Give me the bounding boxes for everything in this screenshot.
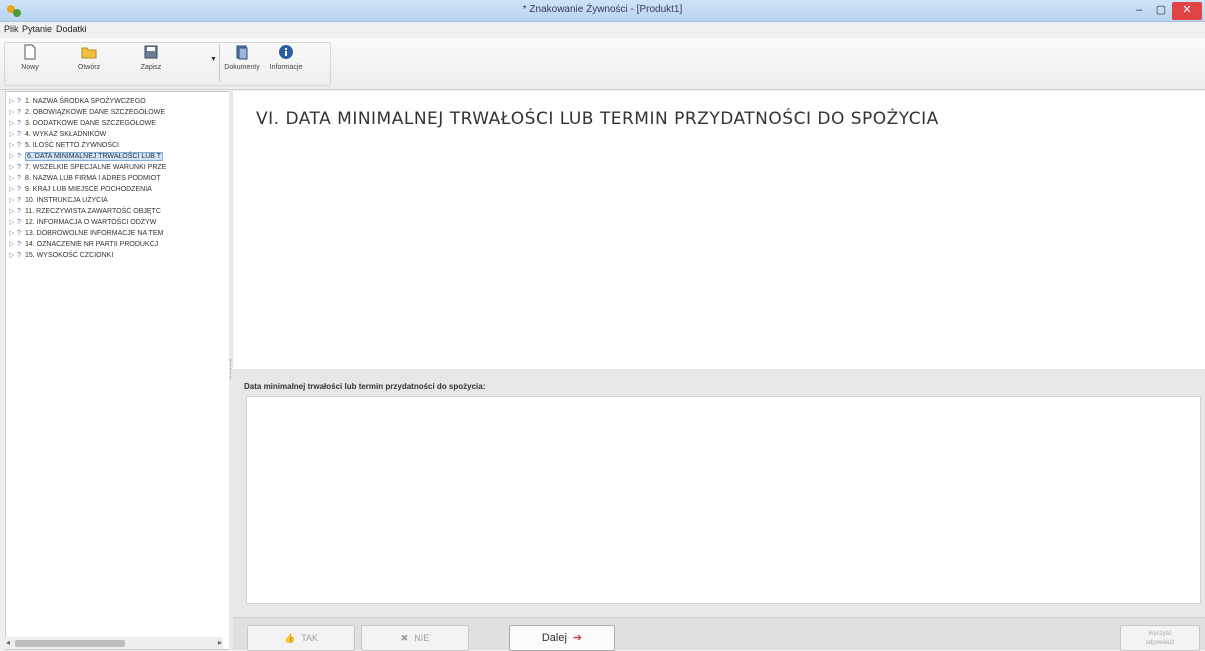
question-mark-icon: ? [17,219,21,226]
tree-item[interactable]: ▷? 5. ILOŚĆ NETTO ŻYWNOŚCI [9,140,229,151]
tree-item[interactable]: ▷? 10. INSTRUKCJA UŻYCIA [9,195,229,206]
question-mark-icon: ? [17,164,21,171]
toolbar-separator [219,44,220,82]
question-mark-icon: ? [17,230,21,237]
title-bar: * Znakowanie Żywności - [Produkt1] – ▢ ✕ [0,0,1205,22]
close-button[interactable]: ✕ [1172,2,1202,20]
documents-icon [236,45,248,60]
save-disk-icon [144,45,158,59]
question-mark-icon: ? [17,241,21,248]
info-icon [279,45,293,59]
tree-item[interactable]: ▷? 9. KRAJ LUB MIEJSCE POCHODZENIA [9,184,229,195]
question-mark-icon: ? [17,142,21,149]
question-mark-icon: ? [17,131,21,138]
question-mark-icon: ? [17,109,21,116]
question-tree: ▷? 1. NAZWA ŚRODKA SPOŻYWCZEGO ▷? 2. OBOWI… [5,91,230,650]
window-title: * Znakowanie Żywności - [Produkt1] [522,4,683,15]
scrollbar-thumb[interactable] [15,640,125,647]
yes-button[interactable]: 👍 TAK [247,625,355,651]
tree-item[interactable]: ▷? 15. WYSOKOŚĆ CZCIONKI [9,250,229,261]
tree-item[interactable]: ▷? 1. NAZWA ŚRODKA SPOŻYWCZEGO [9,96,229,107]
section-heading-panel: VI. DATA MINIMALNEJ TRWAŁOŚCI LUB TERMIN… [233,91,1205,369]
new-label: Nowy [21,64,39,71]
open-folder-icon [81,47,97,59]
minimize-button[interactable]: – [1128,2,1150,20]
splitter-grip[interactable] [230,359,232,379]
question-mark-icon: ? [17,153,21,160]
tree-horizontal-scrollbar[interactable]: ◂ ▸ [5,637,223,649]
question-mark-icon: ? [17,252,21,259]
info-button[interactable]: Informacje [266,44,306,82]
question-mark-icon: ? [17,197,21,204]
menu-bar: Plik Pytanie Dodatki [0,22,1205,37]
tree-item[interactable]: ▷? 12. INFORMACJA O WARTOŚCI ODŻYW [9,217,229,228]
tree-item[interactable]: ▷? 13. DOBROWOLNE INFORMACJE NA TEM [9,228,229,239]
question-mark-icon: ? [17,175,21,182]
scroll-right-icon[interactable]: ▸ [218,638,222,647]
documents-button[interactable]: Dokumenty [222,44,262,82]
date-textarea[interactable] [246,396,1201,604]
tree-item[interactable]: ▷? 7. WSZELKIE SPECJALNE WARUNKI PRZE [9,162,229,173]
save-dropdown-arrow[interactable]: ▼ [210,56,217,63]
save-label: Zapisz [140,64,162,71]
question-mark-icon: ? [17,120,21,127]
menu-question[interactable]: Pytanie [22,24,52,34]
answer-area: Data minimalnej trwałości lub termin prz… [233,369,1205,617]
question-mark-icon: ? [17,208,21,215]
documents-label: Dokumenty [224,64,260,71]
question-mark-icon: ? [17,186,21,193]
open-button[interactable]: Otwórz [69,44,109,82]
no-button[interactable]: ✖ NIE [361,625,469,651]
open-label: Otwórz [77,64,101,71]
thumb-up-icon: 👍 [283,633,296,643]
menu-file[interactable]: Plik [4,24,19,34]
tree-item[interactable]: ▷? 4. WYKAZ SKŁADNIKÓW [9,129,229,140]
question-mark-icon: ? [17,98,21,105]
tree-item[interactable]: ▷? 11. RZECZYWISTA ZAWARTOŚĆ OBJĘTC [9,206,229,217]
bottom-bar: 👍 TAK ✖ NIE Dalej ➔ Wyczyść odpowiedź [233,617,1205,651]
tree-item[interactable]: ▷? 8. NAZWA LUB FIRMA I ADRES PODMIOT [9,173,229,184]
field-label: Data minimalnej trwałości lub termin prz… [244,382,486,391]
new-document-icon [24,44,36,60]
menu-extras[interactable]: Dodatki [56,24,87,34]
toolbar: Nowy Otwórz Zapisz ▼ Dokumenty Informacj… [0,38,1205,90]
arrow-right-icon: ➔ [572,632,583,644]
maximize-button[interactable]: ▢ [1150,2,1172,20]
tree-item-selected[interactable]: ▷? 6. DATA MINIMALNEJ TRWAŁOŚCI LUB T [9,151,229,162]
info-label: Informacje [269,64,303,71]
tree-item[interactable]: ▷? 2. OBOWIĄZKOWE DANE SZCZEGÓŁOWE [9,107,229,118]
scroll-left-icon[interactable]: ◂ [6,638,10,647]
new-button[interactable]: Nowy [10,44,50,82]
tree-item[interactable]: ▷? 14. OZNACZENIE NR PARTII PRODUKCJ [9,239,229,250]
next-button[interactable]: Dalej ➔ [509,625,615,651]
tree-item[interactable]: ▷? 3. DODATKOWE DANE SZCZEGÓŁOWE [9,118,229,129]
clear-answer-button[interactable]: Wyczyść odpowiedź [1120,625,1200,651]
cross-icon: ✖ [400,633,409,643]
section-heading: VI. DATA MINIMALNEJ TRWAŁOŚCI LUB TERMIN… [256,109,939,129]
save-button[interactable]: Zapisz [131,44,171,82]
